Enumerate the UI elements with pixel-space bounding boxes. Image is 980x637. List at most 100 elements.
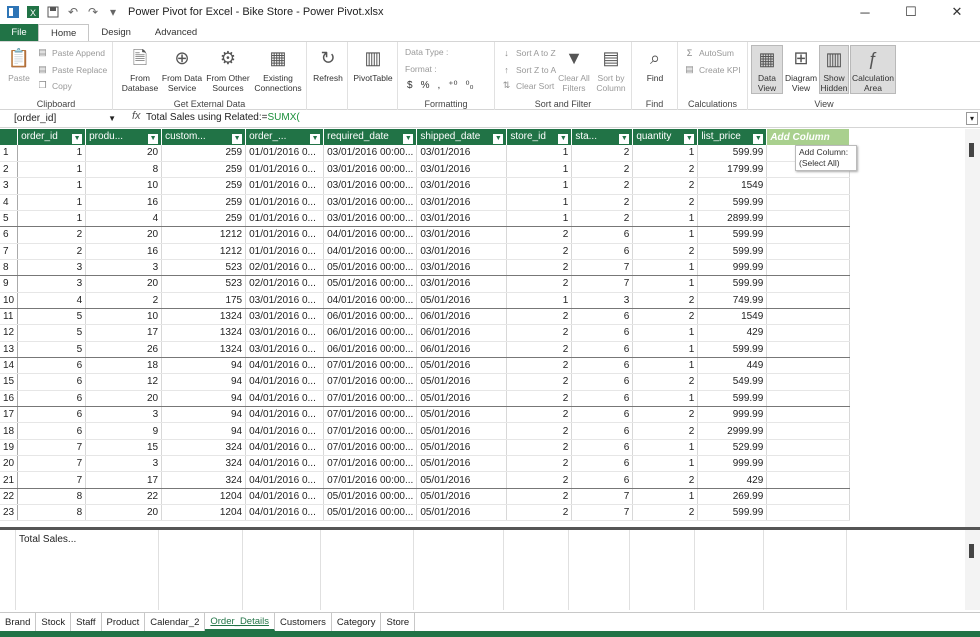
tab-file[interactable]: File bbox=[0, 24, 38, 41]
table-row[interactable]: 9 3 20 523 02/01/2016 0... 05/01/2016 00:00..… bbox=[0, 275, 851, 293]
table-cell[interactable]: 2 bbox=[571, 145, 634, 162]
table-cell[interactable]: 03/01/2016 bbox=[416, 243, 508, 260]
table-cell[interactable]: 1324 bbox=[161, 308, 247, 326]
decrease-decimal-icon[interactable]: ⁰₀ bbox=[466, 80, 474, 91]
row-number[interactable]: 3 bbox=[0, 177, 19, 195]
table-cell[interactable]: 01/01/2016 0... bbox=[245, 161, 325, 179]
formula-input[interactable]: Total Sales using Related:=SUMX( bbox=[146, 112, 300, 123]
filter-dropdown-icon[interactable]: ▼ bbox=[493, 133, 504, 144]
table-cell[interactable]: 03/01/2016 0... bbox=[245, 292, 325, 309]
table-row[interactable]: 7 2 16 1212 01/01/2016 0... 04/01/2016 00:00.… bbox=[0, 243, 851, 260]
add-column-cell[interactable] bbox=[766, 422, 851, 440]
table-cell[interactable]: 07/01/2016 00:00... bbox=[323, 471, 418, 489]
column-header[interactable]: shipped_date ▼ bbox=[416, 129, 508, 145]
add-column-cell[interactable] bbox=[766, 243, 851, 260]
table-cell[interactable]: 1 bbox=[506, 210, 573, 228]
table-cell[interactable]: 523 bbox=[161, 259, 247, 277]
row-number[interactable]: 11 bbox=[0, 308, 19, 326]
table-cell[interactable]: 10 bbox=[85, 177, 163, 195]
table-cell[interactable]: 7 bbox=[17, 471, 87, 489]
table-cell[interactable]: 523 bbox=[161, 275, 247, 293]
row-number[interactable]: 13 bbox=[0, 341, 19, 358]
table-cell[interactable]: 599.99 bbox=[697, 226, 768, 244]
add-column-cell[interactable] bbox=[766, 308, 851, 326]
column-header[interactable]: order_... ▼ bbox=[245, 129, 325, 145]
row-number[interactable]: 4 bbox=[0, 194, 19, 211]
calc-column[interactable] bbox=[243, 530, 321, 610]
calc-area-scrollbar[interactable] bbox=[965, 530, 980, 610]
table-cell[interactable]: 9 bbox=[85, 422, 163, 440]
table-cell[interactable]: 6 bbox=[571, 455, 634, 473]
table-cell[interactable]: 6 bbox=[17, 406, 87, 424]
table-row[interactable]: 14 6 18 94 04/01/2016 0... 07/01/2016 00:00..… bbox=[0, 357, 851, 375]
table-cell[interactable]: 5 bbox=[17, 308, 87, 326]
add-column-cell[interactable] bbox=[766, 275, 851, 293]
table-cell[interactable]: 2 bbox=[506, 243, 573, 260]
table-cell[interactable]: 05/01/2016 bbox=[416, 390, 508, 408]
table-cell[interactable]: 6 bbox=[571, 324, 634, 342]
table-cell[interactable]: 03/01/2016 bbox=[416, 145, 508, 162]
add-column-cell[interactable] bbox=[766, 292, 851, 309]
table-cell[interactable]: 749.99 bbox=[697, 292, 768, 309]
table-cell[interactable]: 03/01/2016 00:00... bbox=[323, 161, 418, 179]
table-cell[interactable]: 2 bbox=[632, 243, 699, 260]
table-cell[interactable]: 7 bbox=[571, 504, 634, 522]
table-cell[interactable]: 1 bbox=[632, 210, 699, 228]
row-number[interactable]: 18 bbox=[0, 422, 19, 440]
table-cell[interactable]: 449 bbox=[697, 357, 768, 375]
table-cell[interactable]: 1 bbox=[632, 259, 699, 277]
table-cell[interactable]: 8 bbox=[17, 488, 87, 506]
grid-scrollbar[interactable] bbox=[965, 129, 980, 527]
table-cell[interactable]: 2999.99 bbox=[697, 422, 768, 440]
table-cell[interactable]: 07/01/2016 00:00... bbox=[323, 373, 418, 391]
table-cell[interactable]: 2 bbox=[571, 161, 634, 179]
table-cell[interactable]: 2 bbox=[571, 194, 634, 211]
table-cell[interactable]: 1799.99 bbox=[697, 161, 768, 179]
table-cell[interactable]: 06/01/2016 bbox=[416, 308, 508, 326]
add-column-cell[interactable] bbox=[766, 390, 851, 408]
column-header[interactable]: quantity ▼ bbox=[632, 129, 699, 145]
table-cell[interactable]: 2 bbox=[632, 471, 699, 489]
expand-formula-icon[interactable]: ▾ bbox=[966, 112, 978, 125]
table-cell[interactable]: 6 bbox=[571, 471, 634, 489]
table-cell[interactable]: 1 bbox=[632, 390, 699, 408]
table-cell[interactable]: 1549 bbox=[697, 308, 768, 326]
table-cell[interactable]: 1204 bbox=[161, 488, 247, 506]
table-cell[interactable]: 05/01/2016 bbox=[416, 488, 508, 506]
filter-dropdown-icon[interactable]: ▼ bbox=[403, 133, 414, 144]
table-cell[interactable]: 22 bbox=[85, 488, 163, 506]
sheet-tab-calendar_2[interactable]: Calendar_2 bbox=[145, 613, 206, 631]
table-cell[interactable]: 07/01/2016 00:00... bbox=[323, 357, 418, 375]
undo-icon[interactable]: ↶ bbox=[66, 5, 80, 19]
table-cell[interactable]: 3 bbox=[85, 259, 163, 277]
filter-dropdown-icon[interactable]: ▼ bbox=[148, 133, 159, 144]
table-cell[interactable]: 1 bbox=[506, 145, 573, 162]
filter-dropdown-icon[interactable]: ▼ bbox=[310, 133, 321, 144]
table-cell[interactable]: 04/01/2016 00:00... bbox=[323, 292, 418, 309]
column-header[interactable]: custom... ▼ bbox=[161, 129, 247, 145]
table-cell[interactable]: 03/01/2016 bbox=[416, 177, 508, 195]
table-cell[interactable]: 259 bbox=[161, 161, 247, 179]
table-cell[interactable]: 05/01/2016 bbox=[416, 292, 508, 309]
table-cell[interactable]: 2 bbox=[506, 390, 573, 408]
table-cell[interactable]: 259 bbox=[161, 145, 247, 162]
table-cell[interactable]: 6 bbox=[571, 357, 634, 375]
add-column-cell[interactable] bbox=[766, 471, 851, 489]
sheet-tab-staff[interactable]: Staff bbox=[71, 613, 102, 631]
column-header[interactable]: store_id ▼ bbox=[506, 129, 573, 145]
row-number[interactable]: 6 bbox=[0, 226, 19, 244]
table-cell[interactable]: 04/01/2016 0... bbox=[245, 406, 325, 424]
filter-dropdown-icon[interactable]: ▼ bbox=[753, 133, 764, 144]
calc-column[interactable] bbox=[695, 530, 764, 610]
scrollbar-thumb[interactable] bbox=[969, 143, 974, 157]
column-header[interactable]: produ... ▼ bbox=[85, 129, 163, 145]
table-cell[interactable]: 04/01/2016 00:00... bbox=[323, 226, 418, 244]
row-number[interactable]: 22 bbox=[0, 488, 19, 506]
table-row[interactable]: 4 1 16 259 01/01/2016 0... 03/01/2016 00:00..… bbox=[0, 194, 851, 211]
table-cell[interactable]: 599.99 bbox=[697, 341, 768, 358]
table-cell[interactable]: 2 bbox=[632, 373, 699, 391]
table-row[interactable]: 22 8 22 1204 04/01/2016 0... 05/01/2016 00:00… bbox=[0, 488, 851, 506]
paste-append-button[interactable]: ▤ Paste Append bbox=[37, 47, 105, 58]
sheet-tab-store[interactable]: Store bbox=[381, 613, 416, 631]
table-cell[interactable]: 7 bbox=[571, 275, 634, 293]
